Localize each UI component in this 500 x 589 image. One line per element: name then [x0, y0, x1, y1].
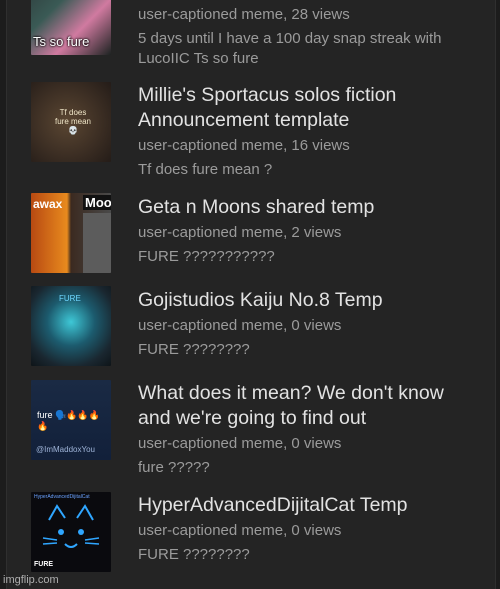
- list-item[interactable]: Tf does fure mean 💀 Millie's Sportacus s…: [7, 80, 495, 180]
- meme-meta: user-captioned meme, 0 views: [138, 317, 342, 334]
- meme-meta: user-captioned meme, 2 views: [138, 224, 342, 241]
- thumbnail-panel: [83, 213, 111, 273]
- thumbnail-caption: Moo: [83, 195, 111, 210]
- meme-thumbnail[interactable]: Ts so fure: [31, 0, 111, 55]
- cat-face-drawing: [42, 504, 100, 548]
- meme-description: FURE ???????????: [138, 248, 275, 265]
- meme-meta: user-captioned meme, 0 views: [138, 522, 342, 539]
- meme-meta: user-captioned meme, 0 views: [138, 435, 342, 452]
- thumbnail-handle: @ImMaddoxYou: [36, 445, 95, 454]
- meme-title[interactable]: Gojistudios Kaiju No.8 Temp: [138, 288, 478, 313]
- meme-thumbnail[interactable]: Tf does fure mean 💀: [31, 82, 111, 162]
- imgflip-watermark: imgflip.com: [3, 574, 59, 586]
- list-item[interactable]: HyperAdvancedDijitalCat FURE HyperAdvanc…: [7, 492, 495, 577]
- meme-title[interactable]: Millie's Sportacus solos fiction Announc…: [138, 83, 478, 133]
- thumbnail-caption: Ts so fure: [33, 34, 90, 49]
- meme-description: FURE ????????: [138, 341, 250, 358]
- thumbnail-caption: FURE: [59, 294, 81, 303]
- thumbnail-caption: awax: [33, 197, 63, 211]
- meme-description: 5 days until I have a 100 day snap strea…: [138, 30, 442, 67]
- meme-thumbnail[interactable]: fure 🗣️🔥🔥🔥🔥 @ImMaddoxYou: [31, 380, 111, 460]
- list-item[interactable]: FURE Gojistudios Kaiju No.8 Temp user-ca…: [7, 286, 495, 371]
- meme-title[interactable]: What does it mean? We don't know and we'…: [138, 381, 478, 431]
- meme-list: Ts so fure user-captioned meme, 28 views…: [6, 0, 496, 589]
- meme-meta: user-captioned meme, 16 views: [138, 137, 350, 154]
- meme-thumbnail[interactable]: FURE: [31, 286, 111, 366]
- meme-description: Tf does fure mean ?: [138, 161, 273, 178]
- list-item[interactable]: awax Moo Geta n Moons shared temp user-c…: [7, 193, 495, 278]
- thumbnail-caption: fure 🗣️🔥🔥🔥🔥: [37, 410, 100, 431]
- meme-title[interactable]: HyperAdvancedDijitalCat Temp: [138, 493, 478, 518]
- meme-meta: user-captioned meme, 28 views: [138, 6, 350, 23]
- meme-title[interactable]: Geta n Moons shared temp: [138, 195, 478, 220]
- meme-thumbnail[interactable]: awax Moo: [31, 193, 111, 273]
- list-item[interactable]: fure 🗣️🔥🔥🔥🔥 @ImMaddoxYou What does it me…: [7, 380, 495, 480]
- meme-description: FURE ????????: [138, 546, 250, 563]
- thumbnail-caption: FURE: [34, 561, 54, 568]
- list-item[interactable]: Ts so fure user-captioned meme, 28 views…: [7, 0, 495, 70]
- meme-thumbnail[interactable]: HyperAdvancedDijitalCat FURE: [31, 492, 111, 572]
- thumbnail-caption: Tf does fure mean 💀: [54, 108, 92, 135]
- meme-description: fure ?????: [138, 459, 210, 476]
